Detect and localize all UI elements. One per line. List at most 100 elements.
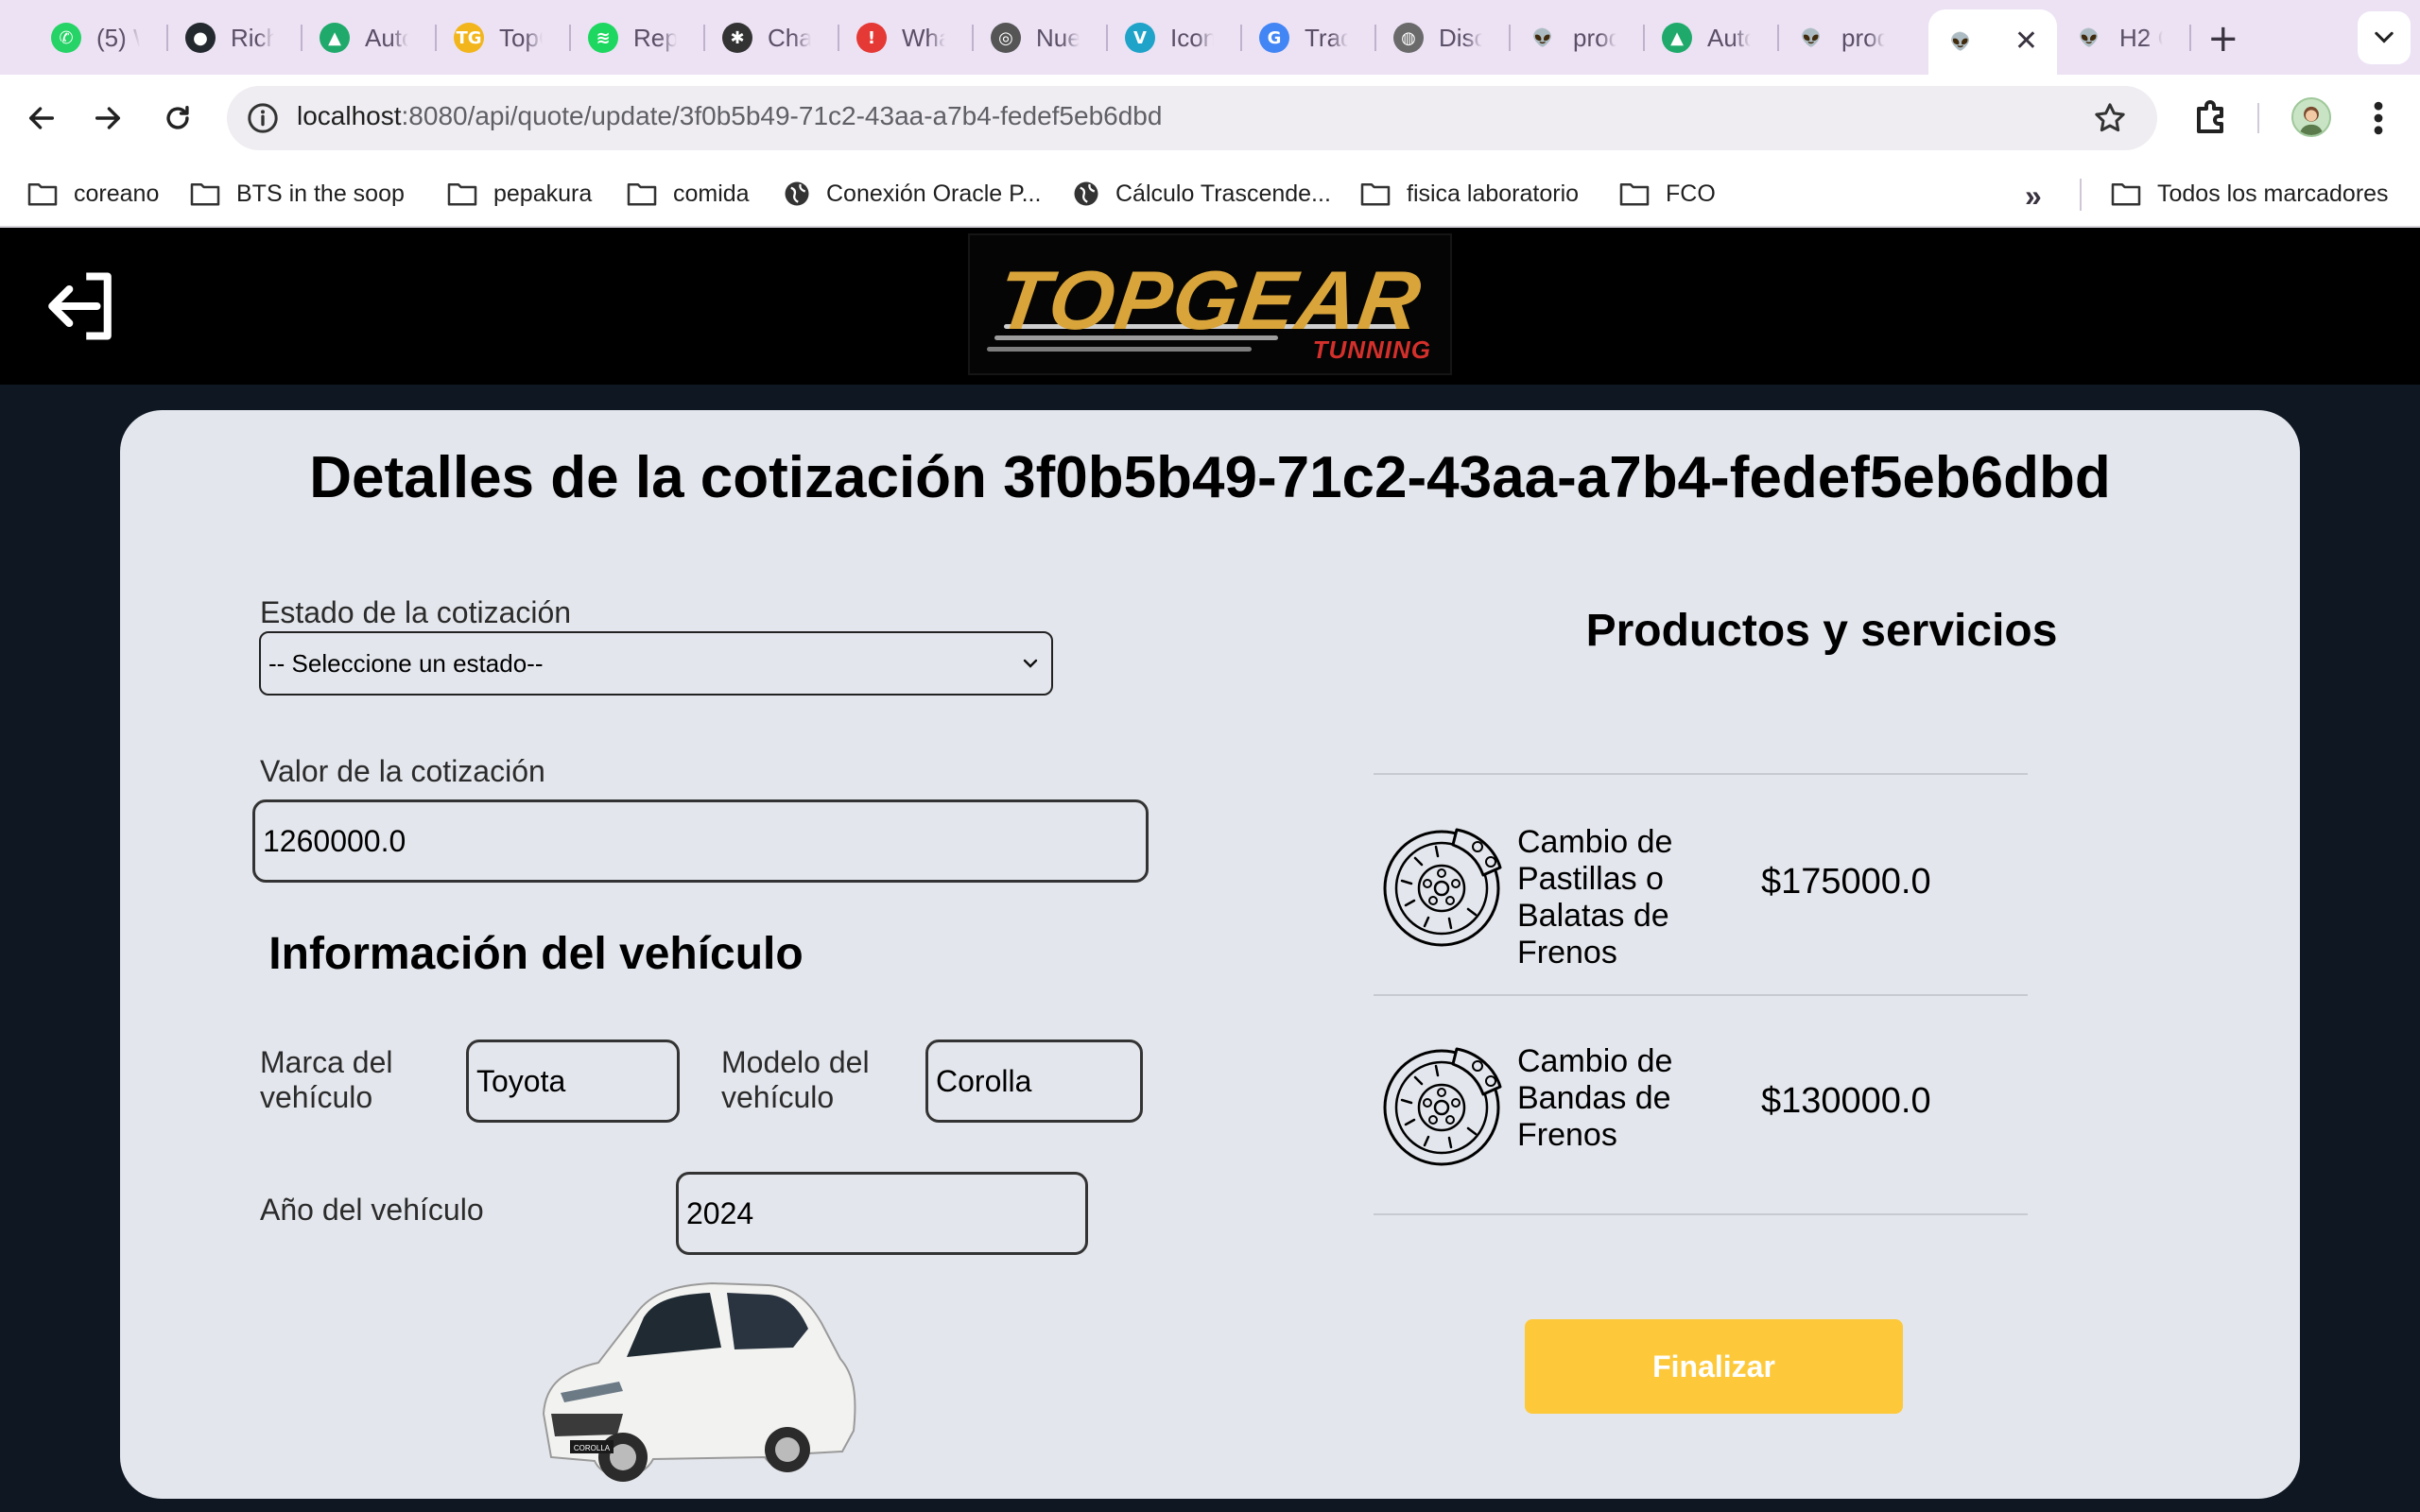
close-tab-icon[interactable]: ✕	[2014, 25, 2038, 58]
app-header: TOPGEAR TUNNING	[0, 228, 2420, 385]
tab-title: Wha	[902, 23, 945, 52]
page-title: Detalles de la cotización 3f0b5b49-71c2-…	[309, 445, 2111, 510]
tab-title: H2 C	[2119, 23, 2163, 52]
translate-icon: G	[1259, 23, 1289, 53]
bookmark-item[interactable]: BTS in the soop	[189, 175, 405, 213]
year-input[interactable]: 2024	[676, 1172, 1088, 1255]
bookmark-item[interactable]: coreano	[26, 175, 159, 213]
brand-input[interactable]: Toyota	[466, 1040, 680, 1123]
tab-title: Rich	[231, 23, 274, 52]
browser-toolbar: localhost:8080/api/quote/update/3f0b5b49…	[0, 75, 2420, 162]
browser-tab[interactable]: ✆ (5) W	[34, 15, 168, 60]
bookmark-item[interactable]: pepakura	[446, 175, 592, 213]
tab-search-button[interactable]	[2358, 11, 2411, 64]
quote-value-input[interactable]: 1260000.0	[252, 799, 1149, 883]
alien-icon: 👽	[2078, 27, 2100, 48]
tab-strip: ✆ (5) W ● Rich ▲ Auto TG TopG ≋ Repr ✱ Chat! Wha ◎ Nue…	[0, 0, 2420, 75]
folder-icon	[27, 182, 58, 206]
year-label: Año del vehículo	[260, 1193, 484, 1227]
back-button[interactable]	[19, 95, 64, 141]
url-text[interactable]: localhost:8080/api/quote/update/3f0b5b49…	[297, 101, 1162, 131]
tab-title: Nue	[1036, 23, 1080, 52]
tab-title: Icon	[1170, 23, 1214, 52]
reload-button[interactable]	[155, 95, 200, 141]
bookmark-label: coreano	[74, 180, 160, 207]
globe-icon	[1074, 181, 1098, 206]
browser-tab[interactable]: 👽 ✕	[1928, 9, 2057, 75]
url-host: localhost	[297, 101, 402, 130]
folder-icon	[447, 182, 477, 206]
browser-tab[interactable]: ✱ Chat	[705, 15, 839, 60]
forward-button[interactable]	[85, 95, 130, 141]
bookmarks-overflow-button[interactable]: »	[2025, 179, 2042, 214]
folder-icon	[1360, 182, 1391, 206]
folder-icon	[190, 182, 220, 206]
new-tab-button[interactable]: +	[2207, 17, 2239, 60]
site-info-icon[interactable]	[244, 99, 282, 137]
finish-button[interactable]: Finalizar	[1525, 1319, 1903, 1414]
status-select[interactable]: -- Seleccione un estado--	[259, 631, 1053, 696]
product-price: $175000.0	[1761, 862, 1931, 902]
browser-tab[interactable]: ▲ Auto	[1645, 15, 1779, 60]
alert-icon: !	[856, 23, 887, 53]
logout-icon[interactable]	[42, 264, 127, 349]
vehicle-info-heading: Información del vehículo	[268, 929, 804, 979]
browser-tab[interactable]: ◍ Disc	[1376, 15, 1511, 60]
product-name: Cambio de Pastillas o Balatas de Frenos	[1517, 824, 1673, 971]
tab-title: TopG	[499, 23, 543, 52]
bookmark-item[interactable]: fisica laboratorio	[1359, 175, 1579, 213]
avatar-icon	[2299, 106, 2324, 135]
profile-avatar[interactable]	[2291, 97, 2331, 137]
brake-disc-icon	[1383, 1047, 1502, 1166]
chrome-icon: ◎	[991, 23, 1021, 53]
topgear-logo: TOPGEAR TUNNING	[968, 233, 1452, 375]
product-name: Cambio de Bandas de Frenos	[1517, 1043, 1673, 1153]
chevron-down-icon	[2375, 31, 2394, 43]
brand-label: Marca del vehículo	[260, 1045, 393, 1114]
more-options-icon[interactable]	[2365, 97, 2392, 139]
arrow-left-icon	[28, 107, 55, 129]
browser-tab[interactable]: G Trad	[1242, 15, 1376, 60]
tab-separator	[2189, 25, 2191, 51]
browser-tab[interactable]: ▲ Auto	[302, 15, 437, 60]
tab-title: Auto	[1707, 23, 1751, 52]
bookmark-label: BTS in the soop	[236, 180, 405, 207]
browser-tab[interactable]: 👽 H2 C	[2057, 15, 2191, 60]
status-selected-value: -- Seleccione un estado--	[268, 648, 544, 678]
browser-tab[interactable]: ≋ Repr	[571, 15, 705, 60]
address-bar[interactable]: localhost:8080/api/quote/update/3f0b5b49…	[227, 86, 2157, 150]
spotify-icon: ≋	[588, 23, 618, 53]
bookmark-label: Cálculo Trascende...	[1115, 180, 1331, 207]
chatgpt-icon: ✱	[722, 23, 752, 53]
github-icon: ●	[185, 23, 216, 53]
bookmark-label: pepakura	[493, 180, 593, 207]
tab-title: Auto	[365, 23, 408, 52]
toolbar-divider	[2257, 103, 2259, 133]
tab-title: Disc	[1439, 23, 1482, 52]
bookmark-item[interactable]: comida	[626, 175, 750, 213]
all-bookmarks-folder[interactable]: Todos los marcadores	[2110, 175, 2389, 213]
browser-tab[interactable]: ● Rich	[168, 15, 302, 60]
logo-wordmark: TOPGEAR	[992, 253, 1428, 347]
browser-tab[interactable]: ◎ Nue	[974, 15, 1108, 60]
model-input[interactable]: Corolla	[925, 1040, 1143, 1123]
bookmarks-bar: coreano BTS in the soop pepakura comida Cone…	[0, 162, 2420, 228]
browser-tab[interactable]: V Icon	[1108, 15, 1242, 60]
alien-icon: 👽	[1949, 32, 1972, 52]
browser-tab[interactable]: 👽 prod	[1511, 15, 1645, 60]
browser-tab[interactable]: ! Wha	[839, 15, 974, 60]
browser-tab[interactable]: TG TopG	[437, 15, 571, 60]
arrow-right-icon	[95, 107, 121, 129]
car-badge: COROLLA	[574, 1444, 611, 1452]
extensions-puzzle-icon[interactable]	[2189, 95, 2235, 141]
folder-icon	[1619, 182, 1650, 206]
topgear-tg-icon: TG	[454, 23, 484, 53]
browser-tab[interactable]: 👽 prod	[1779, 15, 1913, 60]
product-price: $130000.0	[1761, 1081, 1931, 1121]
whatsapp-icon: ✆	[51, 23, 81, 53]
bookmark-item[interactable]: Cálculo Trascende...	[1072, 175, 1331, 213]
bookmark-item[interactable]: FCO	[1618, 175, 1716, 213]
bookmark-star-icon[interactable]	[2091, 99, 2129, 137]
globe-icon: ◍	[1393, 23, 1424, 53]
bookmark-item[interactable]: Conexión Oracle P...	[783, 175, 1041, 213]
